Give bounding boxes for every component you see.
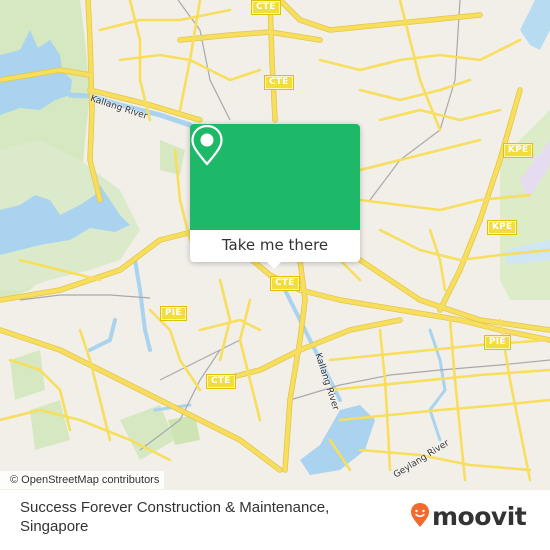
popup-pointer bbox=[266, 261, 282, 269]
moovit-logo[interactable]: moovit bbox=[410, 502, 527, 532]
moovit-wordmark: moovit bbox=[432, 502, 527, 531]
shield-cte-lower: CTE bbox=[206, 374, 236, 389]
popup-header bbox=[190, 124, 360, 230]
shield-pie-west: PIE bbox=[160, 306, 187, 321]
shield-cte-top: CTE bbox=[251, 0, 281, 15]
map-view[interactable]: Kallang River Kallang River Geylang Rive… bbox=[0, 0, 550, 490]
footer-bar: Success Forever Construction & Maintenan… bbox=[0, 490, 550, 550]
shield-kpe-upper: KPE bbox=[503, 143, 534, 158]
take-me-there-button[interactable]: Take me there bbox=[190, 230, 360, 262]
location-popup: Take me there bbox=[190, 124, 360, 269]
place-title: Success Forever Construction & Maintenan… bbox=[20, 499, 330, 535]
shield-kpe-lower: KPE bbox=[487, 220, 518, 235]
shield-cte-center: CTE bbox=[270, 276, 300, 291]
moovit-pin-icon bbox=[410, 502, 430, 532]
map-attribution[interactable]: © OpenStreetMap contributors bbox=[0, 471, 165, 489]
shield-cte-upper: CTE bbox=[264, 75, 294, 90]
shield-pie-east: PIE bbox=[484, 335, 511, 350]
